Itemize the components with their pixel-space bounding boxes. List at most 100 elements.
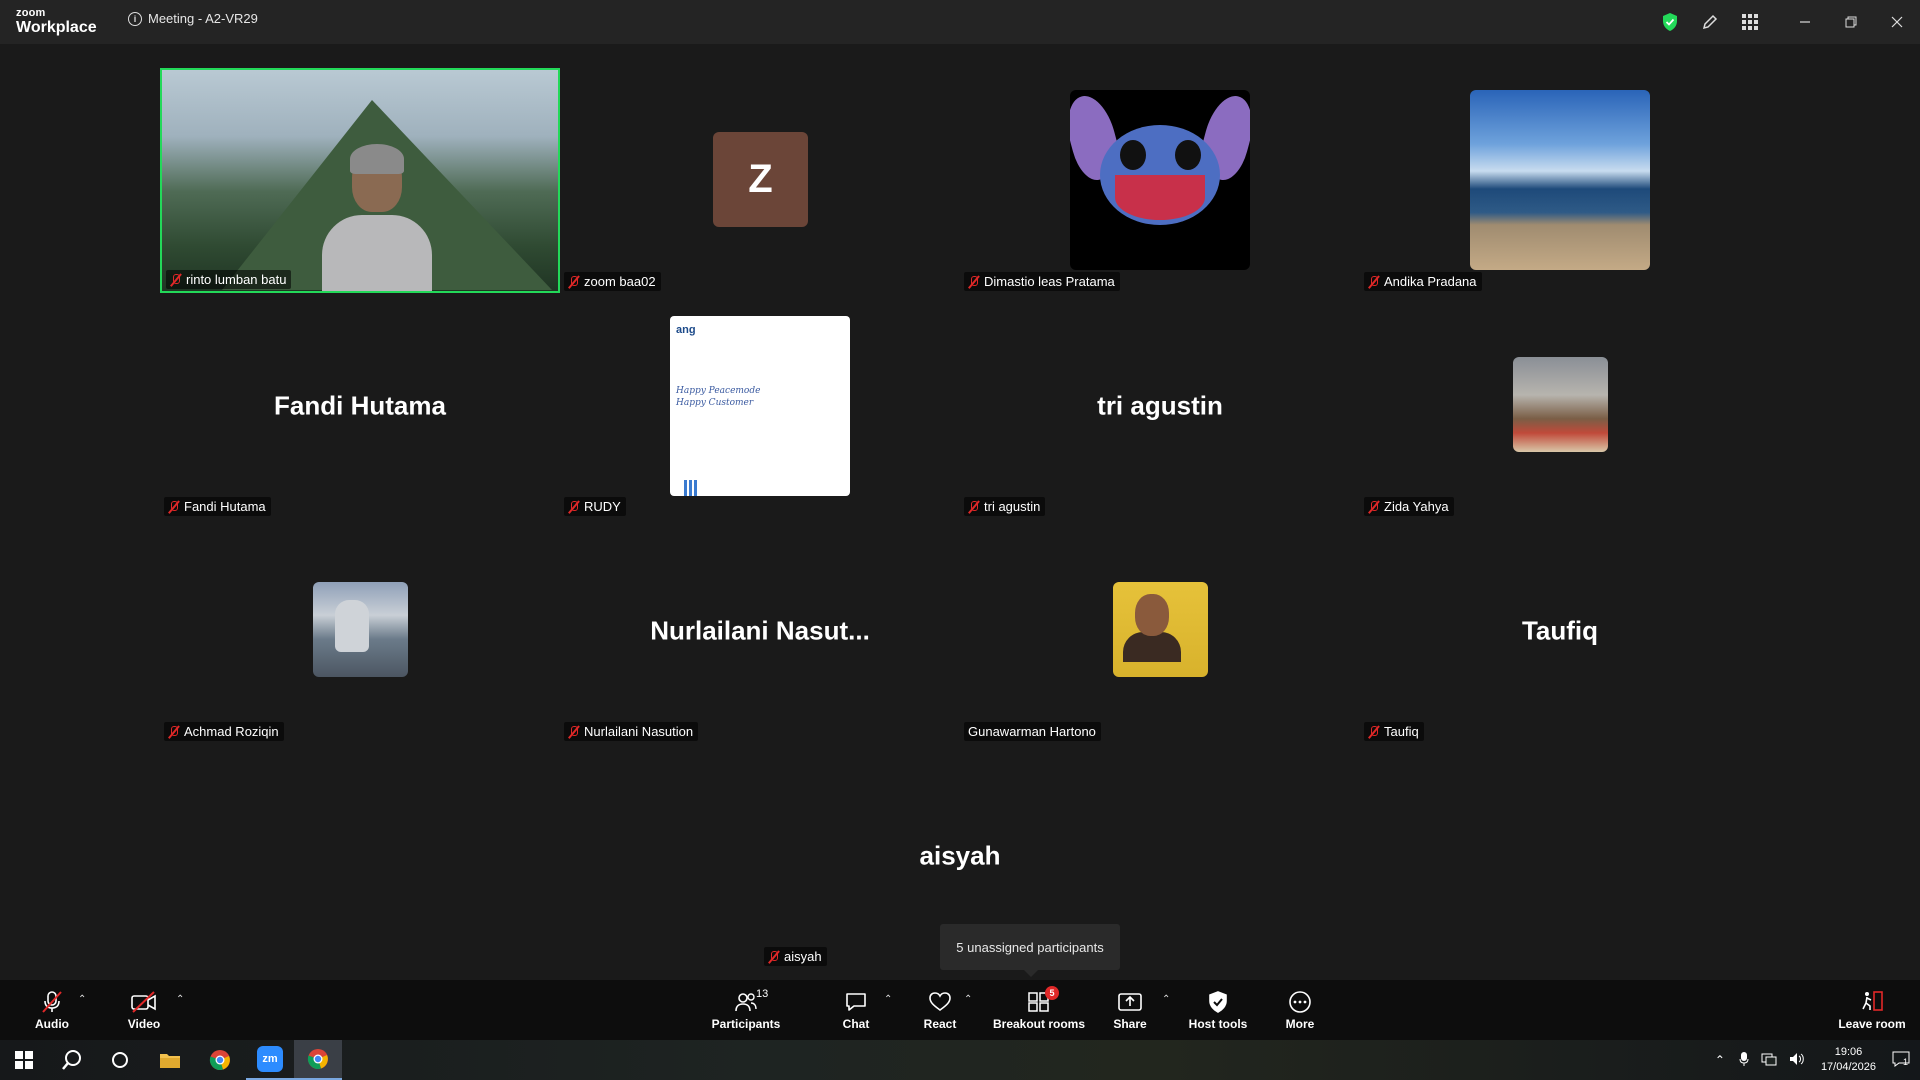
video-label: Video (127, 1016, 161, 1031)
volume-icon[interactable] (1783, 1052, 1811, 1069)
participant-tile[interactable]: Nurlailani Nasut... Nurlailani Nasution (560, 518, 960, 743)
minimize-button[interactable] (1782, 0, 1828, 44)
chrome-icon (307, 1049, 328, 1070)
participant-tile[interactable]: rinto lumban batu (160, 68, 560, 293)
video-button[interactable]: Video (118, 980, 170, 1040)
react-button[interactable]: React (916, 980, 964, 1040)
participant-name: Nurlailani Nasution (584, 724, 694, 739)
share-options-caret-icon[interactable]: ⌃ (1162, 994, 1170, 1005)
poster-graphic (684, 480, 698, 496)
participant-name-tag: RUDY (564, 497, 626, 516)
mic-muted-icon (1368, 725, 1380, 739)
mic-muted-icon (568, 725, 580, 739)
notification-center-icon[interactable]: 1 (1886, 1051, 1920, 1070)
character-eye (1120, 140, 1146, 170)
profile-picture (1070, 90, 1250, 270)
profile-picture (1513, 357, 1608, 452)
video-options-caret-icon[interactable]: ⌃ (176, 994, 184, 1005)
participants-button[interactable]: 13 Participants (710, 980, 782, 1040)
participant-name-tag: aisyah (764, 947, 827, 966)
network-icon[interactable] (1755, 1052, 1783, 1069)
system-tray: ⌃ 19:06 17/04/2026 1 (1707, 1040, 1920, 1080)
participant-tile[interactable]: Taufiq Taufiq (1360, 518, 1760, 743)
mic-muted-icon (168, 500, 180, 514)
participant-tile[interactable]: Z zoom baa02 (560, 68, 960, 293)
participant-name-tag: tri agustin (964, 497, 1046, 516)
person-head (1135, 594, 1169, 636)
participant-name: Taufiq (1384, 724, 1419, 739)
host-tools-button[interactable]: Host tools (1186, 980, 1250, 1040)
mic-muted-icon (1368, 500, 1380, 514)
task-view-button[interactable] (96, 1040, 144, 1080)
microphone-icon[interactable] (1733, 1051, 1755, 1070)
notification-count: 1 (1903, 1056, 1909, 1067)
encryption-shield-icon[interactable] (1650, 0, 1690, 44)
poster-line: Happy Customer (676, 397, 754, 408)
chrome-window-button[interactable] (294, 1040, 342, 1080)
more-button[interactable]: More (1276, 980, 1324, 1040)
participant-tile[interactable]: Andika Pradana (1360, 68, 1760, 293)
search-button[interactable] (48, 1040, 96, 1080)
mic-muted-icon (568, 500, 580, 514)
start-button[interactable] (0, 1040, 48, 1080)
restore-button[interactable] (1828, 0, 1874, 44)
chat-button[interactable]: Chat (832, 980, 880, 1040)
participant-name: rinto lumban batu (186, 272, 287, 287)
participant-name-tag: zoom baa02 (564, 272, 661, 291)
participant-tile[interactable]: Dimastio leas Pratama (960, 68, 1360, 293)
clock[interactable]: 19:06 17/04/2026 (1811, 1045, 1886, 1075)
chrome-button[interactable] (196, 1040, 244, 1080)
mic-muted-icon (1368, 275, 1380, 289)
mic-muted-icon (968, 275, 980, 289)
mic-muted-icon (168, 725, 180, 739)
participant-tile[interactable]: Zida Yahya (1360, 293, 1760, 518)
leave-room-button[interactable]: Leave room (1836, 980, 1908, 1040)
zoom-app-icon: zm (257, 1046, 283, 1072)
participant-name: Andika Pradana (1384, 274, 1477, 289)
react-label: React (923, 1016, 957, 1031)
participant-name: Achmad Roziqin (184, 724, 279, 739)
file-explorer-button[interactable] (146, 1040, 194, 1080)
video-off-icon (130, 990, 158, 1014)
windows-logo-icon (15, 1051, 33, 1069)
brand-bottom-text: Workplace (16, 19, 97, 36)
audio-options-caret-icon[interactable]: ⌃ (78, 994, 86, 1005)
breakout-tooltip: 5 unassigned participants (940, 924, 1120, 977)
profile-picture (1113, 582, 1208, 677)
poster-line: Happy Peacemode (676, 386, 761, 396)
folder-icon (160, 1054, 180, 1068)
participant-tile[interactable]: Fandi Hutama Fandi Hutama (160, 293, 560, 518)
meeting-toolbar: Audio ⌃ Video ⌃ 13 Participants Chat ⌃ R… (0, 980, 1920, 1040)
participant-name: RUDY (584, 499, 621, 514)
leave-room-icon (1859, 990, 1885, 1014)
participant-display-name: aisyah (919, 840, 1001, 870)
show-hidden-icons-chevron-icon[interactable]: ⌃ (1707, 1053, 1733, 1067)
close-button[interactable] (1874, 0, 1920, 44)
participant-tile[interactable]: Achmad Roziqin (160, 518, 560, 743)
mic-muted-icon (568, 275, 580, 289)
poster-text: Happy Peacemode Happy Customer (676, 386, 760, 409)
participant-name: aisyah (784, 949, 822, 964)
more-dots-icon (1288, 990, 1312, 1014)
breakout-rooms-button[interactable]: 5 Breakout rooms (984, 980, 1094, 1040)
react-options-caret-icon[interactable]: ⌃ (964, 994, 972, 1005)
apps-grid-icon[interactable] (1730, 0, 1770, 44)
meeting-info-button[interactable]: i Meeting - A2-VR29 (128, 11, 258, 26)
annotate-pen-icon[interactable] (1690, 0, 1730, 44)
participant-tile[interactable]: ang Happy Peacemode Happy Customer RUDY (560, 293, 960, 518)
chat-label: Chat (842, 1016, 870, 1031)
participant-tile[interactable]: tri agustin tri agustin (960, 293, 1360, 518)
gallery-view: rinto lumban batu Z zoom baa02 Dimastio … (0, 44, 1920, 980)
profile-picture (313, 582, 408, 677)
participant-tile[interactable]: Gunawarman Hartono (960, 518, 1360, 743)
person-body (1123, 632, 1181, 662)
chat-options-caret-icon[interactable]: ⌃ (884, 994, 892, 1005)
title-bar: zoom Workplace i Meeting - A2-VR29 (0, 0, 1920, 44)
info-icon: i (128, 11, 142, 26)
profile-picture (1470, 90, 1650, 270)
mic-muted-icon (768, 950, 780, 964)
share-button[interactable]: Share (1106, 980, 1154, 1040)
zoom-app-button[interactable]: zm (246, 1040, 294, 1080)
audio-button[interactable]: Audio (26, 980, 78, 1040)
person-body (322, 215, 432, 291)
